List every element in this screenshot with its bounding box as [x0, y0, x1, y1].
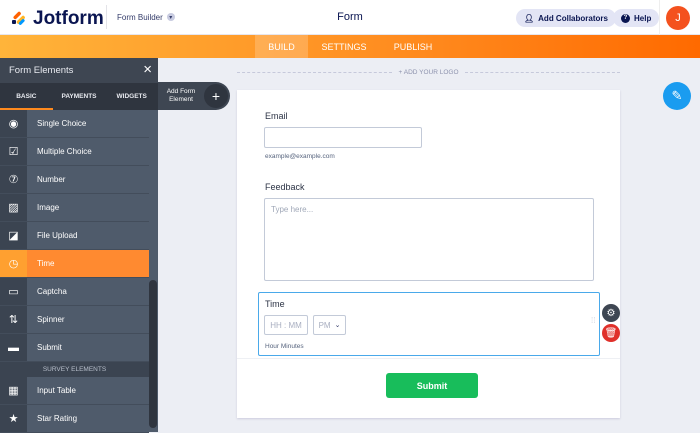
number-icon: ⑦	[0, 166, 27, 193]
time-sublabel: Hour Minutes	[265, 343, 304, 350]
element-captcha[interactable]: ▭ Captcha	[0, 278, 149, 306]
add-collaborators-button[interactable]: 👤︎ Add Collaborators	[516, 9, 616, 27]
tab-settings[interactable]: SETTINGS	[312, 35, 376, 58]
panel-header: Form Elements ×	[0, 58, 158, 83]
panel-title: Form Elements	[9, 65, 74, 76]
tab-payments[interactable]: PAYMENTS	[53, 83, 106, 110]
element-single-choice[interactable]: ◉ Single Choice	[0, 110, 149, 138]
tab-publish[interactable]: PUBLISH	[384, 35, 442, 58]
drag-handle-icon[interactable]: ⁞⁞	[591, 317, 595, 325]
top-header: Jotform Form Builder ▾ Form 👤︎ Add Collabo…	[0, 0, 700, 35]
tab-build[interactable]: BUILD	[255, 35, 308, 58]
clock-icon: ◷	[0, 250, 27, 277]
element-file-upload[interactable]: ◪ File Upload	[0, 222, 149, 250]
element-label: Input Table	[37, 386, 76, 395]
time-field-selected[interactable]: Time HH : MM PM ⌄ Hour Minutes ⁞⁞	[258, 292, 600, 356]
email-sublabel: example@example.com	[265, 153, 335, 160]
spinner-icon: ⇅	[0, 306, 27, 333]
image-icon: ▨	[0, 194, 27, 221]
element-label: Spinner	[37, 315, 65, 324]
element-label: Image	[37, 203, 60, 212]
panel-tabs: BASIC PAYMENTS WIDGETS	[0, 83, 158, 110]
element-label: Submit	[37, 343, 62, 352]
help-button[interactable]: ? Help	[613, 9, 660, 27]
submit-button[interactable]: Submit	[386, 373, 478, 398]
divider	[659, 0, 660, 35]
element-star-rating[interactable]: ★ Star Rating	[0, 405, 149, 433]
feedback-textarea[interactable]: Type here...	[264, 198, 594, 281]
element-label: Multiple Choice	[37, 147, 92, 156]
element-spinner[interactable]: ⇅ Spinner	[0, 306, 149, 334]
email-label: Email	[265, 111, 288, 121]
submit-icon: ▬	[0, 334, 27, 361]
ampm-select[interactable]: PM ⌄	[313, 315, 346, 335]
time-label: Time	[265, 299, 285, 309]
tab-basic[interactable]: BASIC	[0, 83, 53, 110]
add-form-element-button[interactable]: Add Form Element +	[158, 82, 230, 110]
time-input[interactable]: HH : MM	[264, 315, 308, 335]
paint-roller-icon[interactable]: ✎	[663, 82, 691, 110]
survey-elements-header: SURVEY ELEMENTS	[0, 362, 149, 377]
close-icon[interactable]: ×	[143, 61, 152, 78]
element-number[interactable]: ⑦ Number	[0, 166, 149, 194]
add-element-label: Add Form Element	[166, 88, 196, 103]
star-icon: ★	[0, 405, 27, 432]
element-image[interactable]: ▨ Image	[0, 194, 149, 222]
element-time[interactable]: ◷ Time	[0, 250, 149, 278]
question-icon: ?	[621, 13, 630, 23]
element-label: Captcha	[37, 287, 67, 296]
table-icon: ▦	[0, 377, 27, 404]
checkbox-icon: ☑	[0, 138, 27, 165]
element-label: Time	[37, 259, 55, 268]
add-logo-link[interactable]: + ADD YOUR LOGO	[237, 69, 620, 76]
gear-icon[interactable]: ⚙	[602, 304, 620, 322]
add-collaborators-label: Add Collaborators	[538, 13, 608, 23]
element-submit[interactable]: ▬ Submit	[0, 334, 149, 362]
chevron-down-icon: ⌄	[334, 322, 341, 329]
element-label: Star Rating	[37, 414, 78, 423]
form-card: Email example@example.com Feedback Type …	[237, 90, 620, 418]
nav-bar: BUILD SETTINGS PUBLISH	[0, 35, 700, 58]
element-list: ◉ Single Choice ☑ Multiple Choice ⑦ Number …	[0, 110, 149, 433]
element-label: File Upload	[37, 231, 78, 240]
help-label: Help	[634, 13, 652, 23]
element-label: Number	[37, 175, 66, 184]
add-logo-label: + ADD YOUR LOGO	[398, 69, 459, 76]
email-input[interactable]	[264, 127, 422, 148]
element-multiple-choice[interactable]: ☑ Multiple Choice	[0, 138, 149, 166]
trash-icon[interactable]: 🗑︎	[602, 324, 620, 342]
sidebar-scrollbar[interactable]	[149, 280, 157, 428]
user-icon: 👤︎	[524, 13, 535, 23]
avatar[interactable]: J	[666, 6, 690, 30]
ampm-value: PM	[318, 320, 331, 330]
radio-icon: ◉	[0, 110, 27, 137]
form-elements-panel: Form Elements × BASIC PAYMENTS WIDGETS ◉ S…	[0, 58, 158, 433]
tab-widgets[interactable]: WIDGETS	[105, 83, 158, 110]
feedback-label: Feedback	[265, 182, 305, 192]
element-label: Single Choice	[37, 119, 87, 128]
plus-icon: +	[204, 84, 228, 108]
element-input-table[interactable]: ▦ Input Table	[0, 377, 149, 405]
divider	[237, 358, 620, 359]
file-upload-icon: ◪	[0, 222, 27, 249]
captcha-icon: ▭	[0, 278, 27, 305]
